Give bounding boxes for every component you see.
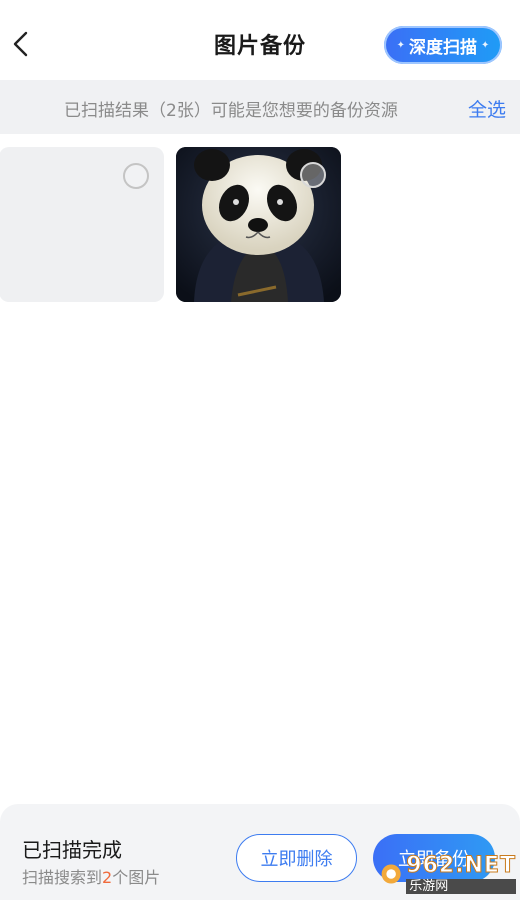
image-tile[interactable] — [176, 147, 341, 302]
select-checkbox[interactable] — [123, 163, 149, 189]
site-watermark: 962.NET 乐游网 — [380, 852, 516, 896]
scan-result-bar: 已扫描结果（2张）可能是您想要的备份资源 全选 — [0, 80, 520, 134]
delete-now-button[interactable]: 立即删除 — [236, 834, 357, 882]
status-suffix: 个图片 — [112, 868, 161, 887]
watermark-site: 乐游网 — [406, 878, 516, 894]
image-tile[interactable] — [0, 147, 164, 302]
image-count: 2 — [102, 868, 113, 887]
sparkle-icon: ✦ — [481, 39, 490, 51]
scan-status-summary: 扫描搜索到2个图片 — [22, 864, 160, 888]
select-checkbox[interactable] — [300, 162, 326, 188]
image-backup-page: 图片备份 ✦ 深度扫描 ✦ 已扫描结果（2张）可能是您想要的备份资源 全选 已扫… — [0, 0, 520, 900]
watermark-logo-icon — [381, 864, 401, 884]
deep-scan-button[interactable]: ✦ 深度扫描 ✦ — [384, 26, 502, 64]
scan-result-text: 已扫描结果（2张）可能是您想要的备份资源 — [64, 101, 398, 121]
watermark-brand: 962.NET — [406, 852, 516, 878]
deep-scan-label: 深度扫描 — [409, 37, 477, 58]
select-all-button[interactable]: 全选 — [468, 95, 506, 122]
scan-status-title: 已扫描完成 — [22, 838, 122, 862]
header: 图片备份 ✦ 深度扫描 ✦ — [0, 0, 520, 80]
sparkle-icon: ✦ — [396, 39, 405, 51]
status-prefix: 扫描搜索到 — [22, 868, 103, 887]
watermark-text: 962.NET 乐游网 — [406, 852, 516, 894]
